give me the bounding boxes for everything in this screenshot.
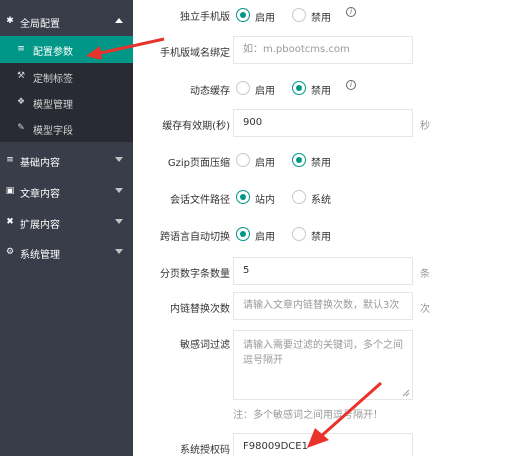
radio-label: 禁用 [311, 158, 331, 169]
sidebar-item-custom-tags[interactable]: ⚒ 定制标签 [0, 63, 133, 90]
mobile-domain-input[interactable]: 如：m.pbootcms.com [233, 36, 413, 64]
radio-label: 启用 [255, 86, 275, 97]
cube-icon: ❖ [16, 97, 26, 107]
radio-lang-disable[interactable] [292, 227, 306, 241]
radio-label: 启用 [255, 232, 275, 243]
resize-handle-icon[interactable] [402, 389, 410, 397]
nav-group-article-content[interactable]: ▣ 文章内容 [0, 175, 133, 208]
chevron-down-icon [115, 188, 123, 193]
sidebar-item-label: 模型字段 [33, 126, 73, 137]
page-size-input[interactable]: 5 [233, 257, 413, 285]
puzzle-icon: ✖ [6, 217, 14, 227]
radio-label: 启用 [255, 13, 275, 24]
radio-label: 禁用 [311, 13, 331, 24]
wrench-icon: ⚒ [16, 71, 26, 81]
settings-gear-icon: ✱ [6, 16, 14, 26]
nav-group-basic-content[interactable]: ≡ 基础内容 [0, 144, 133, 177]
annotation-arrow-icon [86, 37, 165, 60]
radio-cache-disable[interactable] [292, 81, 306, 95]
sliders-icon: ≡ [17, 44, 25, 54]
info-icon[interactable]: i [346, 7, 356, 17]
edit-icon: ✎ [17, 123, 25, 133]
radio-label: 系统 [311, 195, 331, 206]
radio-gzip-disable[interactable] [292, 153, 306, 167]
chevron-down-icon [115, 219, 123, 224]
inner-link-input[interactable]: 请输入文章内链替换次数，默认3次 [233, 292, 413, 320]
nav-group-extended-content[interactable]: ✖ 扩展内容 [0, 206, 133, 239]
nav-group-label: 全局配置 [20, 19, 60, 30]
textarea-placeholder: 请输入需要过滤的关键词，多个之间逗号隔开 [243, 340, 403, 366]
chevron-up-icon [115, 18, 123, 23]
info-icon[interactable]: i [346, 80, 356, 90]
nav-group-system-manage[interactable]: ⚙ 系统管理 [0, 236, 133, 269]
nav-group-label: 基础内容 [20, 158, 60, 169]
nav-group-label: 文章内容 [20, 189, 60, 200]
radio-lang-enable[interactable] [236, 227, 250, 241]
radio-label: 禁用 [311, 86, 331, 97]
radio-label: 站内 [255, 195, 275, 206]
sliders-icon: ≡ [6, 155, 14, 165]
nav-group-label: 系统管理 [20, 250, 60, 261]
sidebar-item-model-manage[interactable]: ❖ 模型管理 [0, 89, 133, 116]
unit-label: 秒 [420, 121, 430, 132]
radio-label: 启用 [255, 158, 275, 169]
radio-cache-enable[interactable] [236, 81, 250, 95]
gear-icon: ⚙ [5, 247, 15, 257]
radio-gzip-enable[interactable] [236, 153, 250, 167]
radio-label: 禁用 [311, 232, 331, 243]
unit-label: 次 [420, 304, 430, 315]
sidebar-item-label: 配置参数 [33, 47, 73, 58]
chevron-down-icon [115, 249, 123, 254]
nav-group-global-config[interactable]: ✱ 全局配置 [0, 5, 133, 38]
radio-mobile-enable[interactable] [236, 8, 250, 22]
radio-session-system[interactable] [292, 190, 306, 204]
nav-group-label: 扩展内容 [20, 220, 60, 231]
cache-ttl-input[interactable]: 900 [233, 109, 413, 137]
sidebar-item-label: 定制标签 [33, 74, 73, 85]
unit-label: 条 [420, 269, 430, 280]
chevron-down-icon [115, 157, 123, 162]
radio-mobile-disable[interactable] [292, 8, 306, 22]
sidebar: ✱ 全局配置 ≡ 配置参数 ⚒ 定制标签 ❖ 模型管理 ✎ 模型字段 ≡ 基础内… [0, 0, 133, 456]
annotation-arrow-icon [307, 381, 382, 448]
radio-session-site[interactable] [236, 190, 250, 204]
sidebar-item-label: 模型管理 [33, 100, 73, 111]
document-icon: ▣ [5, 186, 15, 196]
sidebar-item-model-fields[interactable]: ✎ 模型字段 [0, 115, 133, 142]
